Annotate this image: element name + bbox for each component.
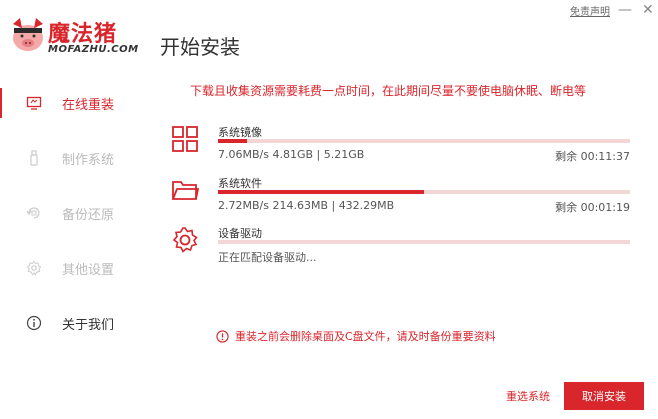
close-button[interactable]: ✕ (642, 2, 654, 18)
sidebar-item-label: 其他设置 (62, 262, 115, 278)
progress-track (218, 139, 630, 143)
progress-fill (218, 190, 424, 194)
sidebar-item-label: 关于我们 (62, 317, 115, 333)
task-name: 系统镜像 (218, 126, 262, 139)
task-remaining: 剩余 00:11:37 (555, 150, 630, 163)
gear-icon (172, 227, 198, 253)
backup-icon (26, 207, 40, 219)
sidebar-item-label: 制作系统 (62, 152, 115, 168)
sidebar-item-label: 备份还原 (62, 207, 115, 223)
progress-track (218, 240, 630, 244)
task-status: 2.72MB/s 214.63MB | 432.29MB (218, 199, 395, 212)
warning-text: 重装之前会删除桌面及C盘文件，请及时备份重要资料 (235, 330, 496, 343)
sidebar-item-label: 在线重装 (62, 97, 115, 113)
gear-icon (26, 260, 42, 276)
task-name: 设备驱动 (218, 227, 262, 240)
sidebar-item-make-system[interactable]: 制作系统 (0, 143, 150, 173)
task-status: 7.06MB/s 4.81GB | 5.21GB (218, 148, 365, 161)
reselect-system-button[interactable]: 重选系统 (506, 388, 550, 404)
monitor-icon (26, 96, 42, 110)
task-status: 正在匹配设备驱动... (218, 251, 317, 264)
progress-fill (218, 139, 247, 143)
minimize-button[interactable]: — (618, 2, 632, 18)
disclaimer-link[interactable]: 免责声明 (570, 3, 610, 18)
task-device-driver: 设备驱动 正在匹配设备驱动... (168, 225, 632, 275)
info-icon (26, 315, 42, 331)
page-title: 开始安装 (160, 35, 240, 59)
task-system-image: 系统镜像 7.06MB/s 4.81GB | 5.21GB 剩余 00:11:3… (168, 124, 632, 174)
download-notice: 下载且收集资源需要耗费一点时间，在此期间尽量不要使电脑休眠、断电等 (190, 84, 587, 98)
sidebar-item-about-us[interactable]: 关于我们 (0, 308, 150, 338)
backup-warning: 重装之前会删除桌面及C盘文件，请及时备份重要资料 (216, 328, 496, 344)
usb-icon (30, 150, 38, 166)
task-system-software: 系统软件 2.72MB/s 214.63MB | 432.29MB 剩余 00:… (168, 175, 632, 225)
pig-mascot-icon (13, 18, 43, 51)
sidebar-item-other-settings[interactable]: 其他设置 (0, 253, 150, 283)
folder-icon (172, 181, 200, 200)
app-logo: 魔法猪 MOFAZHU.COM (8, 8, 140, 60)
cancel-install-button[interactable]: 取消安装 (564, 382, 644, 410)
warning-icon (216, 329, 229, 343)
progress-track (218, 190, 630, 194)
sidebar-item-online-reinstall[interactable]: 在线重装 (0, 88, 150, 118)
windows-icon (172, 126, 198, 152)
sidebar-item-backup-restore[interactable]: 备份还原 (0, 198, 150, 228)
task-name: 系统软件 (218, 177, 262, 190)
logo-subtext: MOFAZHU.COM (48, 44, 139, 55)
task-remaining: 剩余 00:01:19 (555, 201, 630, 214)
